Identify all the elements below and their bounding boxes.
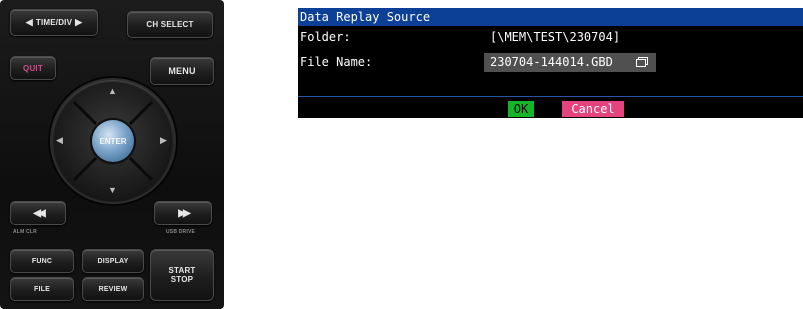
direction-pad: ▲ ▼ ◀ ▶ ENTER (50, 78, 176, 204)
func-button[interactable]: FUNC (10, 249, 74, 273)
stop-label: STOP (170, 275, 194, 284)
dpad-right-button[interactable]: ▶ (160, 135, 167, 146)
arrow-left-icon: ◀ (25, 17, 33, 27)
time-div-label: TIME/DIV (35, 18, 73, 27)
file-label: FILE (34, 285, 50, 293)
fast-forward-icon: ▶▶ (178, 207, 191, 219)
start-label: START (168, 266, 196, 275)
alm-clr-label: ALM CLR (13, 229, 37, 235)
quit-button[interactable]: QUIT (10, 56, 56, 80)
quit-label: QUIT (23, 63, 43, 73)
dialog-divider (298, 96, 803, 97)
file-name-label: File Name: (300, 55, 373, 69)
enter-button[interactable]: ENTER (92, 120, 134, 162)
file-name-value: 230704-144014.GBD (490, 55, 613, 69)
review-button[interactable]: REVIEW (82, 277, 144, 301)
arrow-right-icon: ▶ (75, 17, 83, 27)
display-button[interactable]: DISPLAY (82, 249, 144, 273)
enter-label: ENTER (99, 136, 127, 146)
review-label: REVIEW (98, 285, 128, 293)
func-label: FUNC (31, 257, 53, 265)
start-stop-button[interactable]: START STOP (150, 249, 214, 301)
ch-select-button[interactable]: CH SELECT (127, 11, 213, 38)
file-browse-icon[interactable] (636, 57, 648, 67)
file-button[interactable]: FILE (10, 277, 74, 301)
data-replay-source-dialog: Data Replay Source Folder: [\MEM\TEST\23… (298, 8, 803, 118)
rewind-icon: ◀◀ (33, 207, 46, 219)
ok-button[interactable]: OK (508, 101, 534, 117)
device-control-panel: ◀ TIME/DIV ▶ CH SELECT QUIT MENU ▲ ▼ ◀ ▶… (0, 0, 224, 309)
dpad-left-button[interactable]: ◀ (56, 135, 63, 146)
menu-label: MENU (168, 66, 196, 76)
folder-value: [\MEM\TEST\230704] (490, 30, 621, 44)
cancel-button[interactable]: Cancel (562, 101, 624, 117)
fast-forward-button[interactable]: ▶▶ (154, 201, 212, 225)
dialog-title: Data Replay Source (298, 8, 803, 26)
ch-select-label: CH SELECT (146, 20, 194, 29)
time-div-button[interactable]: ◀ TIME/DIV ▶ (10, 9, 98, 36)
folder-label: Folder: (300, 30, 351, 44)
file-name-field[interactable]: 230704-144014.GBD (484, 53, 656, 72)
usb-drive-label: USB DRIVE (166, 229, 196, 235)
rewind-button[interactable]: ◀◀ (10, 201, 66, 225)
dpad-up-button[interactable]: ▲ (108, 86, 117, 96)
dpad-down-button[interactable]: ▼ (108, 185, 117, 195)
display-label: DISPLAY (97, 257, 129, 265)
